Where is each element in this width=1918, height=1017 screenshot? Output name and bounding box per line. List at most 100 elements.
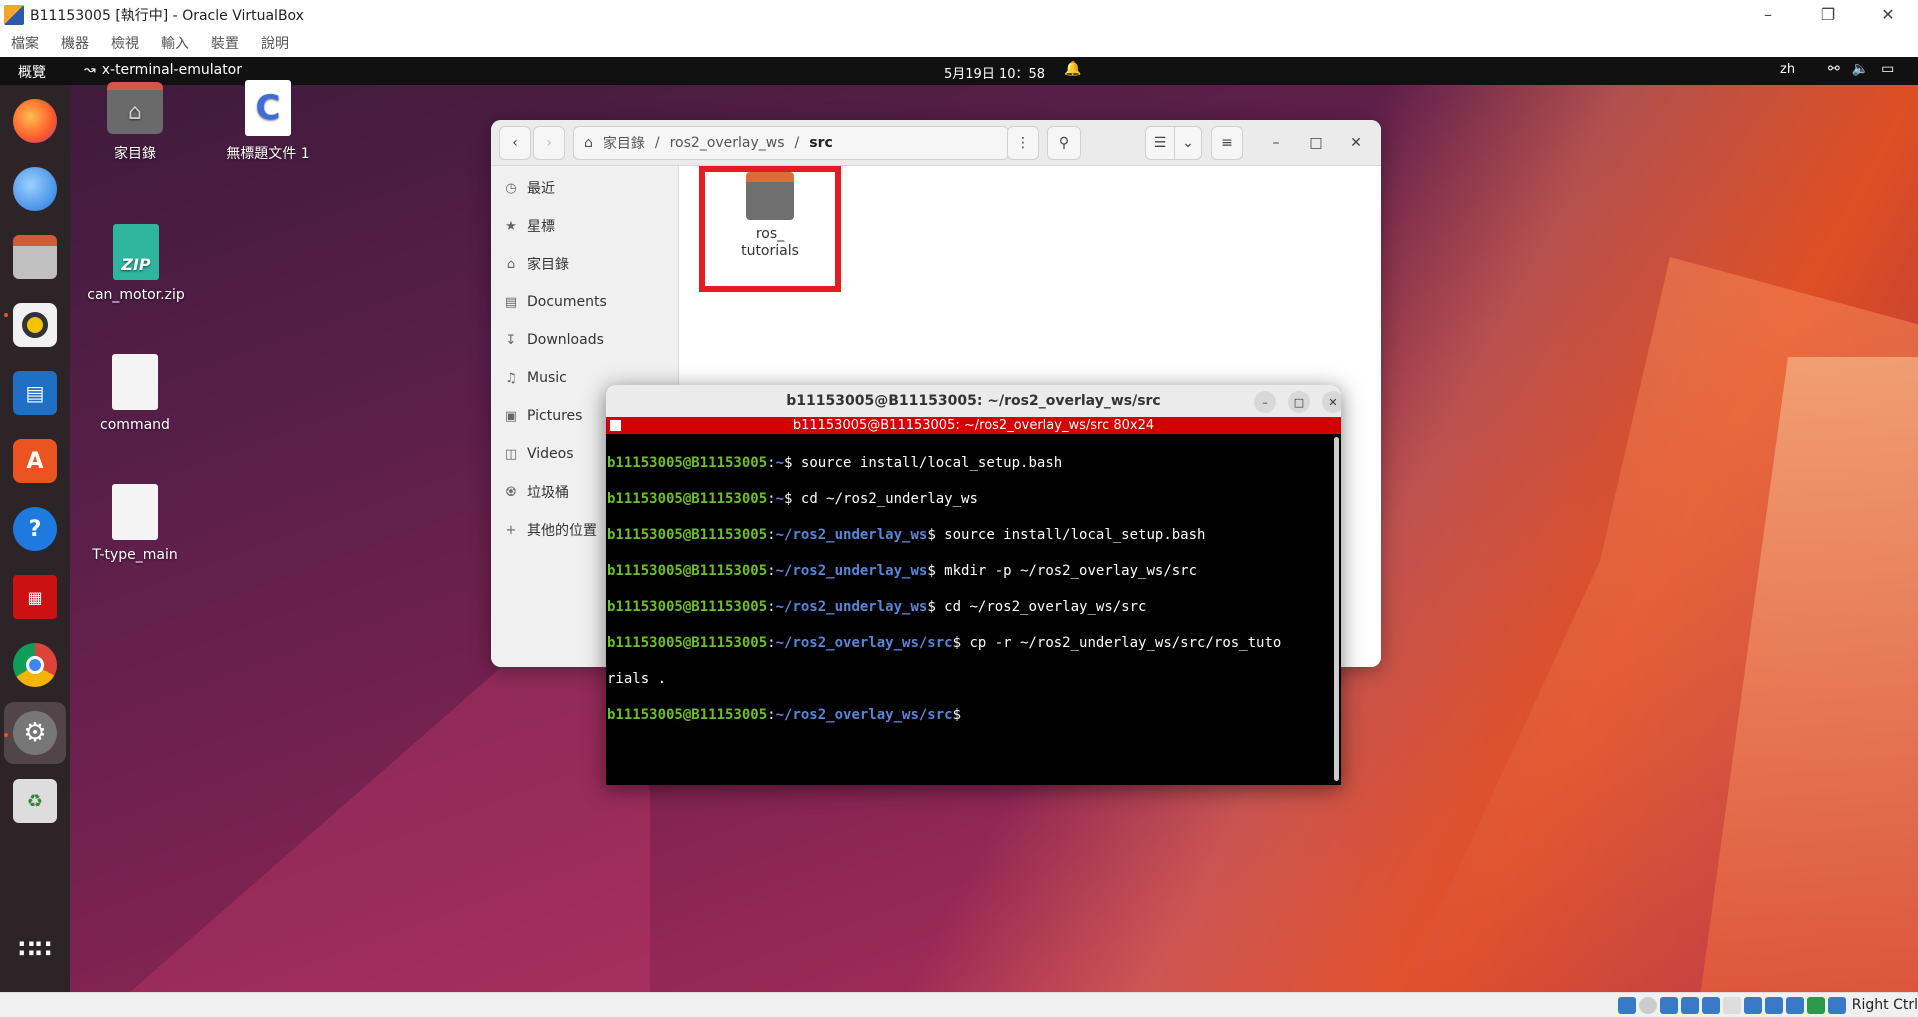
folder-name-line1: ros_ xyxy=(755,226,785,242)
desktop-icon-command[interactable]: command xyxy=(80,353,190,433)
menu-devices[interactable]: 裝置 xyxy=(200,33,250,53)
dock-firefox[interactable] xyxy=(11,97,59,145)
search-button[interactable]: ⚲ xyxy=(1047,126,1081,160)
dock-terminal-app[interactable]: ▦ xyxy=(11,573,59,621)
minimize-icon[interactable]: – xyxy=(1254,391,1276,413)
keyboard-icon[interactable] xyxy=(1828,997,1846,1014)
dock-files[interactable] xyxy=(11,233,59,281)
clock-icon: ◷ xyxy=(505,180,517,196)
chevron-right-icon: › xyxy=(546,135,552,151)
shared-folder-icon[interactable] xyxy=(1723,997,1741,1014)
sidebar-item-home[interactable]: ⌂ 家目錄 xyxy=(503,252,569,276)
optical-drive-icon[interactable] xyxy=(1639,997,1657,1014)
desktop-icon-t-type-main[interactable]: T-type_main xyxy=(80,483,190,563)
path-segment-overlay[interactable]: ros2_overlay_ws xyxy=(670,135,785,151)
maximize-icon[interactable]: □ xyxy=(1288,391,1310,413)
activities-button[interactable]: 概覽 xyxy=(18,62,46,82)
menu-input[interactable]: 輸入 xyxy=(150,33,200,53)
audio-icon[interactable] xyxy=(1660,997,1678,1014)
dock-writer[interactable]: ▤ xyxy=(11,369,59,417)
back-button[interactable]: ‹ xyxy=(499,126,531,160)
close-icon: ✕ xyxy=(1350,135,1362,151)
terminal-app-icon: ↝ xyxy=(84,62,96,78)
input-language-indicator[interactable]: zh xyxy=(1780,62,1795,77)
clock[interactable]: 5月19日 10：58 xyxy=(944,63,1045,82)
menu-help[interactable]: 說明 xyxy=(250,33,300,53)
vbox-statusbar: Right Ctrl xyxy=(0,992,1918,1017)
sidebar-item-trash[interactable]: ♼ 垃圾桶 xyxy=(503,480,569,504)
system-tray[interactable]: ⚯ 🔈 ▭ xyxy=(1828,61,1894,77)
app-menu[interactable]: ↝ x-terminal-emulator xyxy=(84,62,242,78)
app-center-icon: A xyxy=(13,439,57,483)
desktop-icon-label: 家目錄 xyxy=(114,146,156,162)
desktop-icon-home[interactable]: ⌂ 家目錄 xyxy=(80,79,190,163)
dock-settings[interactable]: ⚙ xyxy=(11,709,59,757)
terminal-menu-icon[interactable] xyxy=(610,420,621,431)
dock-rhythmbox[interactable] xyxy=(11,301,59,349)
terminal-output[interactable]: b11153005@B11153005:~$ source install/lo… xyxy=(606,434,1333,785)
text-file-icon xyxy=(106,483,164,541)
terminal-window: b11153005@B11153005: ~/ros2_overlay_ws/s… xyxy=(606,385,1341,785)
sidebar-item-other-locations[interactable]: + 其他的位置 xyxy=(503,518,597,542)
menu-machine[interactable]: 機器 xyxy=(50,33,100,53)
files-icon xyxy=(13,235,57,279)
close-icon[interactable]: ✕ xyxy=(1858,0,1918,29)
main-menu-button[interactable]: ≡ xyxy=(1211,126,1243,160)
close-icon[interactable]: ✕ xyxy=(1322,391,1341,413)
folder-icon xyxy=(746,172,794,220)
recording-icon[interactable] xyxy=(1765,997,1783,1014)
desktop-icon-untitled-doc[interactable]: C 無標題文件 1 xyxy=(212,79,324,163)
dock-trash[interactable]: ♻ xyxy=(11,777,59,825)
path-menu-button[interactable]: ⋮ xyxy=(1007,126,1039,160)
notification-bell-icon: 🔔 xyxy=(1064,61,1082,77)
sidebar-item-starred[interactable]: ★ 星標 xyxy=(503,214,555,238)
network-icon: ⚯ xyxy=(1828,61,1840,77)
minimize-button[interactable]: – xyxy=(1261,126,1291,160)
folder-ros-tutorials[interactable]: ros_ tutorials xyxy=(699,166,841,292)
close-button[interactable]: ✕ xyxy=(1341,126,1371,160)
display-icon[interactable] xyxy=(1744,997,1762,1014)
sidebar-item-pictures[interactable]: ▣ Pictures xyxy=(503,404,583,428)
restore-icon[interactable]: ❐ xyxy=(1798,0,1858,29)
desktop-icon-label: T-type_main xyxy=(92,547,178,563)
forward-button[interactable]: › xyxy=(533,126,565,160)
dock-show-apps[interactable]: ∷∷ xyxy=(11,925,59,973)
terminal-scrollbar[interactable] xyxy=(1334,437,1339,781)
cpu-icon[interactable] xyxy=(1786,997,1804,1014)
chrome-icon xyxy=(13,643,57,687)
file-manager-headerbar: ‹ › ⌂ 家目錄 / ros2_overlay_ws / src ⋮ ⚲ ☰ … xyxy=(491,120,1381,166)
rhythmbox-icon xyxy=(13,303,57,347)
dock-thunderbird[interactable] xyxy=(11,165,59,213)
view-list-button[interactable]: ☰ xyxy=(1145,126,1175,160)
desktop-icon-zip[interactable]: ZIP can_motor.zip xyxy=(80,223,192,303)
menu-view[interactable]: 檢視 xyxy=(100,33,150,53)
host-key-label: Right Ctrl xyxy=(1851,997,1918,1013)
maximize-icon: □ xyxy=(1309,135,1323,151)
path-separator: / xyxy=(654,135,660,151)
path-segment-current[interactable]: src xyxy=(809,135,833,151)
path-bar[interactable]: ⌂ 家目錄 / ros2_overlay_ws / src xyxy=(573,126,1009,160)
usb-icon[interactable] xyxy=(1702,997,1720,1014)
dock-help[interactable]: ? xyxy=(11,505,59,553)
sidebar-item-downloads[interactable]: ↧ Downloads xyxy=(503,328,604,352)
home-icon: ⌂ xyxy=(584,135,593,151)
sidebar-item-music[interactable]: ♫ Music xyxy=(503,366,567,390)
plus-icon: + xyxy=(505,522,517,538)
maximize-button[interactable]: □ xyxy=(1301,126,1331,160)
mouse-integration-icon[interactable] xyxy=(1807,997,1825,1014)
sidebar-item-videos[interactable]: ◫ Videos xyxy=(503,442,574,466)
dock-app-center[interactable]: A xyxy=(11,437,59,485)
path-segment-home[interactable]: 家目錄 xyxy=(603,133,645,153)
grid-icon: ∷∷ xyxy=(18,935,52,963)
more-vertical-icon: ⋮ xyxy=(1016,135,1030,151)
view-options-button[interactable]: ⌄ xyxy=(1174,126,1202,160)
menu-file[interactable]: 檔案 xyxy=(0,33,50,53)
sidebar-item-recent[interactable]: ◷ 最近 xyxy=(503,176,555,200)
writer-icon: ▤ xyxy=(13,371,57,415)
network-icon[interactable] xyxy=(1681,997,1699,1014)
minimize-icon[interactable]: – xyxy=(1738,0,1798,29)
sidebar-item-documents[interactable]: ▤ Documents xyxy=(503,290,607,314)
dock-chrome[interactable] xyxy=(11,641,59,689)
hard-disk-icon[interactable] xyxy=(1618,997,1636,1014)
vbox-titlebar: B11153005 [執行中] - Oracle VirtualBox – ❐ … xyxy=(0,0,1918,29)
